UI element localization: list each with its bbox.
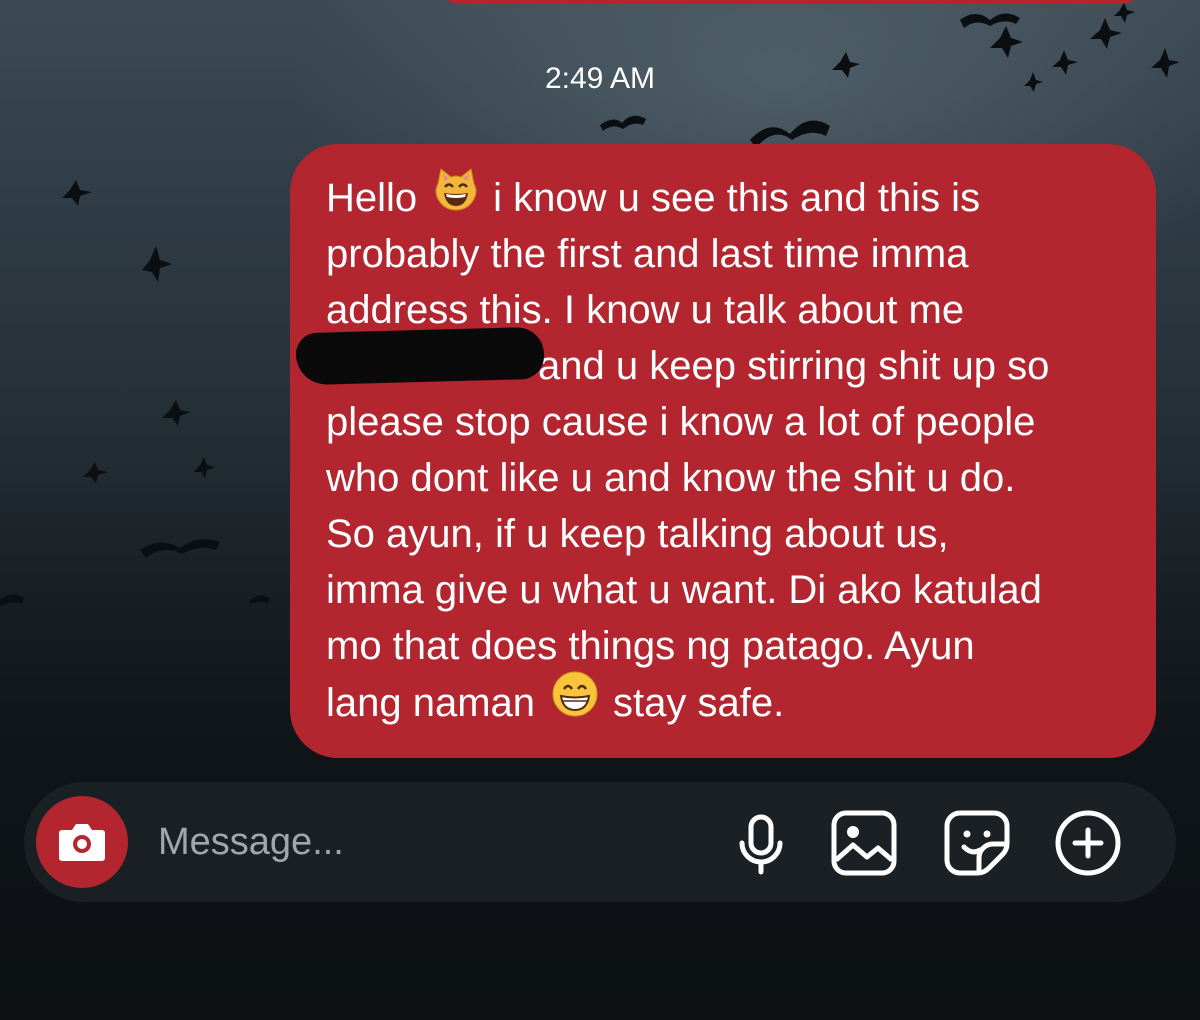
sticker-icon: [944, 810, 1010, 876]
message-line: please stop cause i know a lot of people: [326, 400, 1036, 444]
message-line: So ayun, if u keep talking about us,: [326, 512, 949, 556]
message-line: imma give u what u want. Di ako katulad: [326, 568, 1042, 612]
message-bubble[interactable]: Hello i know u see this and this is proba…: [290, 144, 1156, 758]
microphone-button[interactable]: [726, 808, 796, 878]
plus-icon: [1055, 810, 1121, 876]
message-line: lang naman stay safe.: [326, 671, 1136, 730]
grinning-face-emoji-icon: [551, 670, 599, 733]
grinning-cat-emoji-icon: [433, 166, 479, 227]
message-line: probably the first and last time imma: [326, 232, 969, 276]
gallery-icon: [831, 810, 897, 876]
message-line: who dont like u and know the shit u do.: [326, 456, 1016, 500]
message-timestamp: 2:49 AM: [544, 62, 656, 95]
message-input[interactable]: [150, 812, 666, 872]
previous-message-bubble: [438, 0, 1143, 4]
more-options-button[interactable]: [1053, 808, 1123, 878]
sticker-button[interactable]: [942, 808, 1012, 878]
redaction-mark: [295, 326, 545, 386]
camera-icon: [59, 824, 105, 861]
gallery-button[interactable]: [829, 808, 899, 878]
message-text: Hello i know u see this and this is proba…: [326, 168, 1136, 730]
message-line: Hello i know u see this and this is: [326, 168, 1136, 226]
message-line: mo that does things ng patago. Ayun: [326, 624, 975, 668]
microphone-icon: [739, 814, 783, 875]
camera-button[interactable]: [36, 796, 128, 888]
